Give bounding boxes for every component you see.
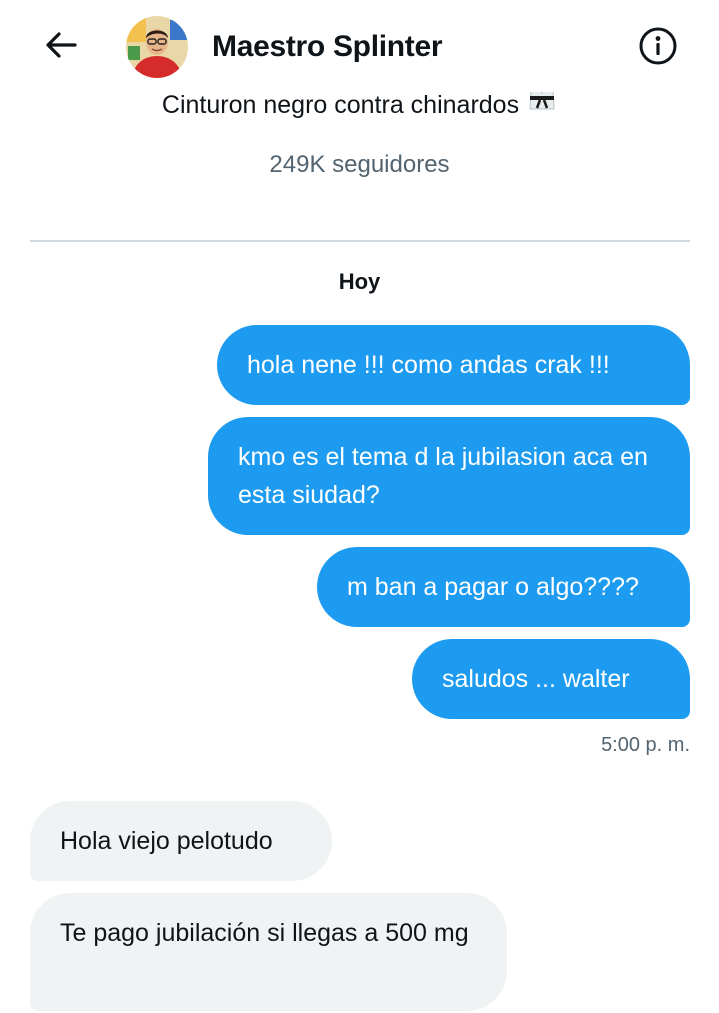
message-text: kmo es el tema d la jubilasion aca en es…: [238, 443, 648, 509]
conversation-title: Maestro Splinter: [212, 30, 443, 63]
sent-message[interactable]: saludos ... walter: [412, 639, 690, 719]
sent-message[interactable]: m ban a pagar o algo????: [317, 547, 690, 627]
message-text: saludos ... walter: [442, 665, 630, 693]
day-separator: Hoy: [338, 269, 381, 294]
info-icon: [638, 26, 678, 71]
message-timestamp: 5:00 p. m.: [601, 734, 690, 756]
received-message[interactable]: Te pago jubilación si llegas a 500 mg: [30, 893, 507, 1011]
arrow-left-icon: [43, 27, 79, 68]
profile-bio-text: Cinturon negro contra chinardos: [161, 91, 520, 119]
back-button[interactable]: [40, 26, 82, 68]
message-text: m ban a pagar o algo????: [347, 573, 639, 601]
message-text: Te pago jubilación si llegas a 500 mg: [60, 919, 469, 947]
profile-followers[interactable]: 249K seguidores: [0, 148, 719, 182]
sent-message[interactable]: hola nene !!! como andas crak !!!: [217, 325, 690, 405]
message-text: hola nene !!! como andas crak !!!: [247, 351, 610, 379]
sent-message[interactable]: kmo es el tema d la jubilasion aca en es…: [208, 417, 690, 535]
conversation-header: Maestro Splinter: [0, 0, 719, 92]
received-message[interactable]: Hola viejo pelotudo: [30, 801, 332, 881]
message-text: Hola viejo pelotudo: [60, 827, 273, 855]
section-divider: [30, 240, 690, 242]
info-button[interactable]: [637, 27, 679, 69]
avatar[interactable]: [126, 16, 188, 78]
